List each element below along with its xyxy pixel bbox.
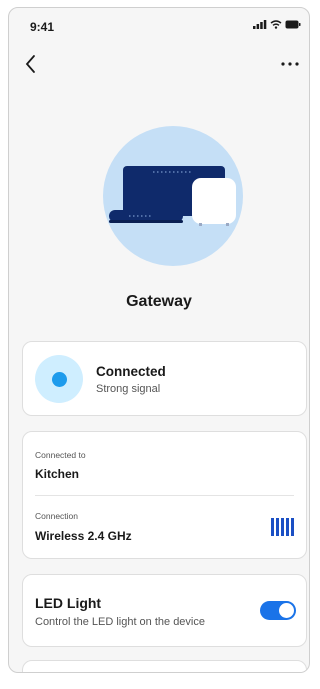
cellular-signal-icon [253, 20, 267, 29]
status-icons [253, 20, 301, 29]
status-indicator [35, 355, 83, 403]
signal-strength-icon [271, 518, 294, 536]
more-icon[interactable] [279, 54, 301, 74]
connected-to-label: Connected to [35, 450, 86, 460]
led-subtitle: Control the LED light on the device [35, 616, 205, 628]
gateway-illustration [103, 126, 243, 266]
connection-label: Connection [35, 511, 79, 521]
connection-status-card: Connected Strong signal [22, 341, 307, 416]
wifi-icon [270, 20, 282, 29]
led-title: LED Light [35, 595, 102, 611]
connected-to-value: Kitchen [35, 467, 80, 481]
device-title: Gateway [126, 293, 192, 310]
back-icon[interactable] [19, 52, 43, 76]
battery-icon [285, 20, 301, 29]
divider [35, 495, 294, 496]
status-time: 9:41 [30, 20, 55, 34]
next-card [22, 660, 307, 672]
status-bar: 9:41 [9, 8, 309, 42]
led-light-card: LED Light Control the LED light on the d… [22, 574, 307, 647]
navigation-bar [9, 48, 309, 80]
phone-screen: 9:41 Gateway Connected Strong signal Con… [8, 7, 310, 673]
connection-value: Wireless 2.4 GHz [35, 529, 132, 543]
led-toggle[interactable] [260, 601, 296, 620]
status-dot-icon [52, 372, 67, 387]
connection-details-card: Connected to Kitchen Connection Wireless… [22, 431, 307, 559]
status-title: Connected [96, 364, 166, 379]
status-subtitle: Strong signal [96, 383, 161, 395]
toggle-knob [279, 603, 294, 618]
